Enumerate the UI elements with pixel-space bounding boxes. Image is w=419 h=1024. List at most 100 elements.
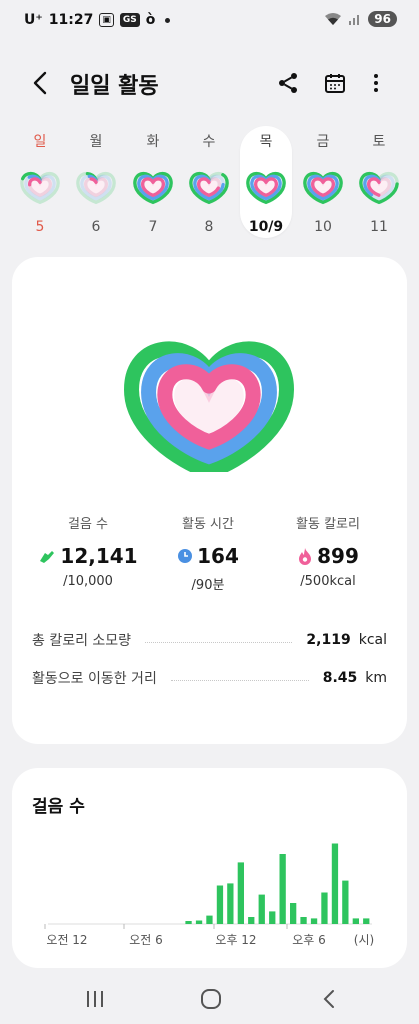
recents-button[interactable] — [80, 984, 110, 1014]
share-button[interactable] — [273, 68, 303, 98]
steps-value-row: 12,141 — [28, 544, 148, 568]
steps-value: 12,141 — [60, 544, 138, 568]
home-button[interactable] — [196, 984, 226, 1014]
x-tick-label: 오후 12 — [215, 933, 256, 947]
calories-metric: 활동 칼로리 899 /500kcal — [268, 513, 388, 589]
day-date: 11 — [370, 219, 388, 235]
share-icon — [279, 73, 297, 93]
steps-bar — [363, 918, 370, 924]
back-button[interactable] — [26, 68, 56, 98]
x-tick-label: 오후 6 — [292, 933, 326, 947]
active-time-label: 활동 시간 — [182, 517, 234, 532]
total-calories-row: 총 칼로리 소모량 2,119 kcal — [32, 629, 387, 651]
distance-unit: km — [365, 670, 387, 686]
steps-bar — [279, 854, 286, 924]
steps-bar — [227, 883, 234, 924]
day-date: 8 — [204, 219, 214, 235]
flame-icon — [299, 548, 312, 565]
active-time-value: 164 — [197, 544, 239, 568]
day-heart-rings — [20, 171, 60, 205]
status-right: 96 — [324, 11, 397, 27]
day-item[interactable]: 수8 — [183, 128, 235, 238]
day-heart-rings — [246, 171, 286, 205]
day-item[interactable]: 일5 — [14, 128, 66, 238]
clock-icon — [178, 549, 193, 563]
dotted-leader — [170, 679, 309, 681]
day-name: 월 — [89, 134, 103, 150]
status-left: U⁺ 11:27 ▣ GS ò — [24, 12, 171, 28]
day-name: 일 — [33, 134, 47, 150]
steps-goal: /10,000 — [63, 574, 113, 589]
x-tick-label: 오전 6 — [129, 933, 163, 947]
steps-bar — [248, 917, 255, 924]
total-calories-label: 총 칼로리 소모량 — [32, 633, 132, 649]
more-options-button[interactable] — [361, 68, 391, 98]
steps-bar — [300, 917, 307, 924]
daily-activity-card[interactable]: 걸음 수 12,141 /10,000 활동 시간 164 /90분 활동 칼로… — [12, 257, 407, 744]
active-time-goal: /90분 — [191, 578, 225, 593]
app-bar: 일일 활동 — [0, 58, 419, 108]
gs-app-icon: GS — [119, 13, 140, 27]
day-name: 금 — [316, 134, 330, 150]
day-date: 10/9 — [248, 219, 284, 235]
steps-bar — [195, 920, 203, 924]
day-date: 6 — [91, 219, 101, 235]
calendar-icon — [325, 74, 345, 93]
active-time-metric: 활동 시간 164 /90분 — [148, 513, 268, 593]
day-item[interactable]: 토 11 — [353, 128, 405, 238]
hourly-steps-chart: 오전 12 오전 6 오후 12 오후 6 (시) — [44, 843, 374, 947]
dotted-leader — [145, 641, 293, 643]
day-heart-rings — [189, 171, 229, 205]
day-item[interactable]: 목 10/9 — [240, 126, 292, 238]
notification-icon: ▣ — [99, 13, 114, 27]
x-tick-label: (시) — [354, 933, 374, 947]
status-bar: U⁺ 11:27 ▣ GS ò 96 — [0, 0, 419, 44]
steps-bar — [321, 892, 328, 924]
steps-metric: 걸음 수 12,141 /10,000 — [28, 513, 148, 589]
day-heart-rings — [359, 171, 399, 205]
recents-icon — [87, 991, 103, 1007]
steps-bar — [237, 862, 244, 924]
day-item[interactable]: 금 10 — [297, 128, 349, 238]
page-title: 일일 활동 — [70, 74, 159, 99]
distance-value: 8.45 — [322, 670, 358, 686]
total-calories-value: 2,119 — [306, 632, 351, 648]
day-name: 수 — [202, 134, 216, 150]
steps-bar — [206, 915, 213, 924]
steps-label: 걸음 수 — [67, 517, 108, 532]
steps-bar — [331, 843, 339, 924]
calories-goal: /500kcal — [300, 574, 356, 589]
steps-bar — [216, 885, 224, 924]
steps-bar — [290, 903, 297, 924]
clock: 11:27 — [48, 12, 94, 28]
calories-label: 활동 칼로리 — [296, 517, 360, 532]
steps-card[interactable]: 걸음 수 오전 12 오전 6 오후 12 오후 6 (시) — [12, 768, 407, 968]
steps-bar — [269, 911, 276, 924]
calories-value-row: 899 — [268, 544, 388, 568]
steps-bar — [310, 918, 318, 924]
x-tick-label: 오전 12 — [46, 933, 87, 947]
day-date: 10 — [314, 219, 332, 235]
more-vert-icon — [374, 74, 378, 92]
back-arrow-icon — [33, 71, 47, 95]
calories-value: 899 — [317, 544, 359, 568]
day-name: 목 — [259, 134, 273, 150]
day-heart-rings — [133, 171, 173, 205]
day-date: 7 — [148, 219, 158, 235]
shoe-icon — [40, 551, 55, 563]
steps-bar — [352, 918, 359, 924]
steps-bar — [342, 880, 349, 924]
day-heart-rings — [76, 171, 116, 205]
distance-label: 활동으로 이동한 거리 — [32, 671, 157, 687]
distance-row: 활동으로 이동한 거리 8.45 km — [32, 667, 387, 689]
system-back-button[interactable] — [314, 984, 344, 1014]
day-name: 화 — [146, 134, 160, 150]
day-heart-rings — [303, 171, 343, 205]
total-calories-unit: kcal — [358, 632, 387, 648]
day-name: 토 — [372, 134, 386, 150]
back-icon — [323, 990, 334, 1008]
carrier-label: U⁺ — [24, 12, 43, 28]
calendar-button[interactable] — [320, 68, 350, 98]
day-item[interactable]: 화7 — [127, 128, 179, 238]
day-item[interactable]: 월6 — [70, 128, 122, 238]
